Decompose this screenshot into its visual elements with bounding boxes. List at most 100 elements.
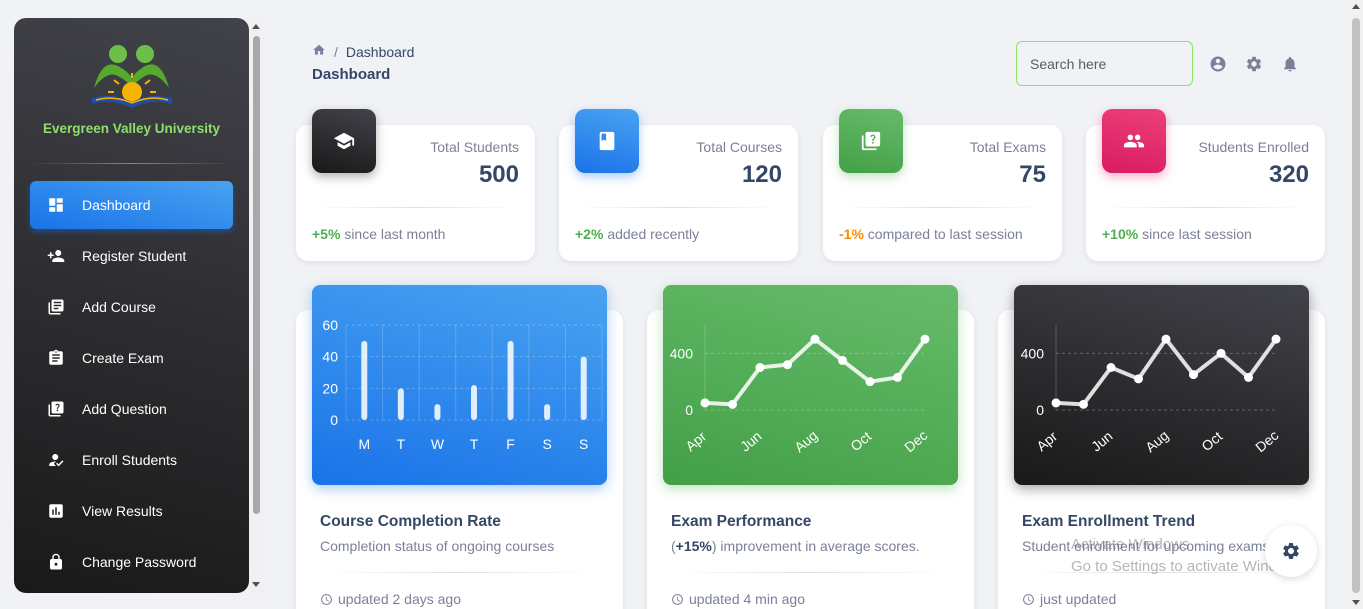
- bar: [507, 340, 514, 420]
- x-tick-label: T: [470, 436, 479, 452]
- configurator-button[interactable]: [1265, 525, 1317, 577]
- sidebar-item-label: Create Exam: [82, 350, 164, 366]
- bar-chart-icon: [46, 501, 66, 521]
- sidebar: Evergreen Valley University Dashboard Re…: [14, 18, 249, 593]
- stat-delta: -1%: [839, 226, 864, 242]
- library-books-icon: [46, 297, 66, 317]
- data-point: [1161, 334, 1171, 344]
- stat-delta: +10%: [1102, 226, 1139, 242]
- bar: [580, 356, 587, 420]
- x-tick-label: Aug: [791, 427, 820, 455]
- stat-footer: +10% since last session: [1102, 226, 1252, 242]
- x-tick-label: Dec: [1252, 427, 1281, 455]
- chart-card-footer: just updated: [1022, 591, 1116, 607]
- stat-value: 320: [1268, 161, 1309, 188]
- sidebar-item-add-question[interactable]: Add Question: [30, 385, 233, 433]
- stat-label: Total Courses: [696, 139, 782, 155]
- sidebar-item-change-password[interactable]: Change Password: [30, 538, 233, 586]
- bar: [471, 385, 477, 420]
- stat-value: 500: [478, 161, 519, 188]
- chart-card-title: Exam Performance: [671, 513, 812, 530]
- y-tick-label: 60: [322, 317, 338, 333]
- chart-card-updated: just updated: [1040, 591, 1117, 607]
- clock-icon: [321, 593, 332, 605]
- account-circle-icon[interactable]: [1209, 55, 1229, 75]
- stat-delta: +5%: [312, 226, 341, 242]
- page-scroll-thumb[interactable]: [1352, 18, 1360, 593]
- stat-footer: -1% compared to last session: [839, 226, 1023, 242]
- home-icon[interactable]: [312, 43, 326, 60]
- bar: [434, 404, 441, 420]
- stat-delta-text: compared to last session: [867, 226, 1023, 242]
- x-tick-label: Oct: [847, 428, 874, 454]
- bar: [544, 404, 551, 420]
- sidebar-item-label: View Results: [82, 503, 163, 519]
- scroll-up-arrow-icon[interactable]: [1352, 4, 1360, 9]
- sidebar-item-label: Add Course: [82, 299, 156, 315]
- chart-card-divider: [320, 572, 599, 573]
- sidebar-item-label: Register Student: [82, 248, 187, 264]
- stat-divider: [575, 207, 782, 208]
- x-tick-label: Jun: [1088, 428, 1116, 455]
- stat-footer: +5% since last month: [312, 226, 445, 242]
- scroll-down-arrow-icon[interactable]: [252, 582, 260, 587]
- x-tick-label: T: [397, 436, 406, 452]
- university-logo: [92, 45, 172, 108]
- y-tick-label: 0: [685, 402, 693, 418]
- school-icon: [312, 109, 376, 173]
- stat-label: Total Exams: [969, 139, 1046, 155]
- breadcrumb-separator: /: [334, 43, 338, 60]
- breadcrumb-current: Dashboard: [345, 43, 415, 60]
- x-tick-label: Apr: [1033, 428, 1060, 454]
- x-tick-label: F: [506, 436, 515, 452]
- y-tick-label: 0: [330, 412, 338, 428]
- scroll-up-arrow-icon[interactable]: [252, 24, 260, 29]
- scroll-down-arrow-icon[interactable]: [1352, 600, 1360, 605]
- sidebar-item-view-results[interactable]: View Results: [30, 487, 233, 535]
- x-tick-label: M: [358, 436, 370, 452]
- settings-gear-icon[interactable]: [1245, 55, 1265, 75]
- sidebar-item-create-exam[interactable]: Create Exam: [30, 334, 233, 382]
- stat-value: 75: [1019, 161, 1046, 188]
- dashboard-icon: [46, 195, 66, 215]
- data-point: [755, 363, 765, 372]
- brand-name: Evergreen Valley University: [42, 121, 221, 136]
- sidebar-item-enroll-students[interactable]: Enroll Students: [30, 436, 233, 484]
- sidebar-item-label: Add Question: [82, 401, 167, 417]
- sidebar-divider: [30, 163, 233, 164]
- stat-footer: +2% added recently: [575, 226, 699, 242]
- sidebar-scrollbar[interactable]: [249, 18, 264, 593]
- x-tick-label: Apr: [682, 428, 709, 454]
- group-icon: [1102, 109, 1166, 173]
- stat-card-total-courses: Total Courses 120 +2% added recently: [559, 109, 798, 261]
- y-tick-label: 400: [1021, 345, 1045, 361]
- x-tick-label: Jun: [737, 428, 765, 455]
- sidebar-item-label: Change Password: [82, 554, 197, 570]
- sidebar-item-dashboard[interactable]: Dashboard: [30, 181, 233, 229]
- sidebar-item-add-course[interactable]: Add Course: [30, 283, 233, 331]
- book-icon: [575, 109, 639, 173]
- chart-card-title: Course Completion Rate: [320, 513, 501, 530]
- quiz-icon: [46, 399, 66, 419]
- page-scrollbar[interactable]: [1349, 0, 1363, 609]
- data-point: [1079, 399, 1088, 409]
- data-point: [865, 377, 875, 387]
- data-point: [700, 398, 710, 408]
- sidebar-scroll-thumb[interactable]: [253, 36, 260, 514]
- y-tick-label: 0: [1036, 402, 1044, 418]
- sidebar-item-register-student[interactable]: Register Student: [30, 232, 233, 280]
- stat-delta-text: since last session: [1142, 226, 1252, 242]
- x-tick-label: Dec: [901, 427, 930, 455]
- stat-card-total-exams: Total Exams 75 -1% compared to last sess…: [823, 109, 1062, 261]
- line-chart-exam-performance: 0 400 Apr Jun Aug Oct Dec: [663, 285, 958, 485]
- stat-delta: +2%: [575, 226, 604, 242]
- notifications-bell-icon[interactable]: [1281, 55, 1301, 75]
- data-point: [1051, 398, 1061, 408]
- data-point: [1216, 348, 1226, 358]
- y-tick-label: 20: [322, 380, 338, 396]
- data-point: [728, 399, 737, 409]
- data-point: [920, 334, 930, 344]
- search-input[interactable]: [1016, 41, 1193, 86]
- data-point: [1244, 372, 1253, 382]
- stat-label: Total Students: [430, 139, 519, 155]
